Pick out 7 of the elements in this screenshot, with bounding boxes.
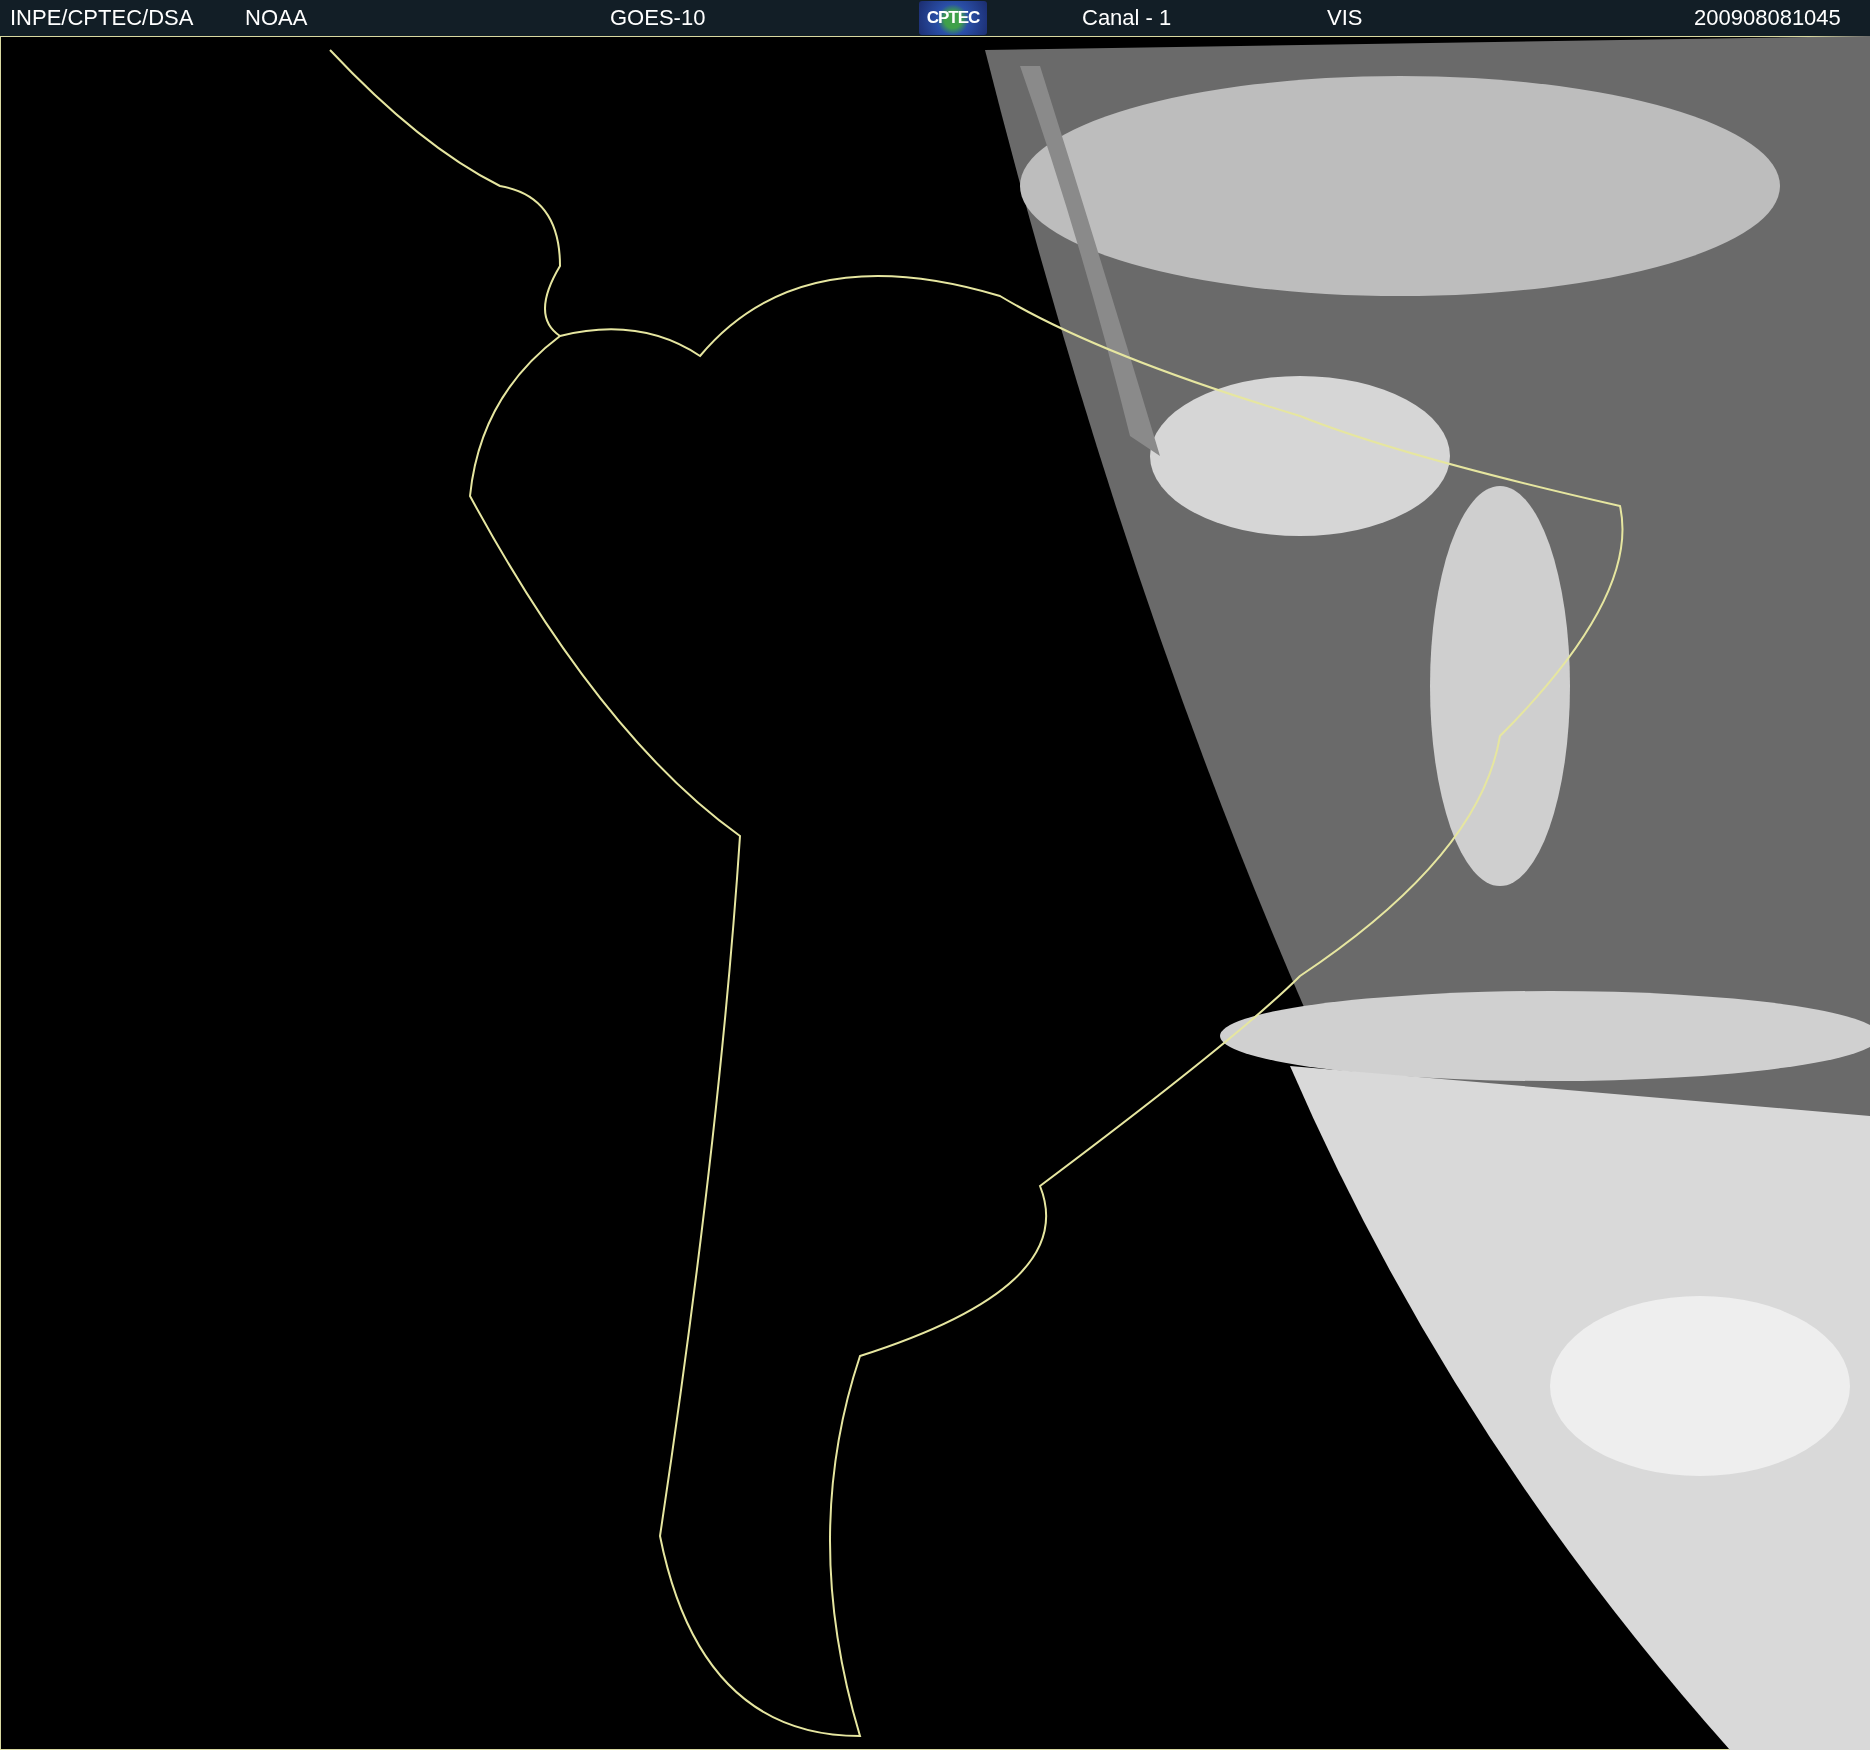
logo: CPTEC xyxy=(919,1,987,35)
header-label: 200908081045 xyxy=(1694,5,1842,31)
header-label: NOAA xyxy=(245,5,309,31)
header-label: GOES-10 xyxy=(610,5,707,31)
header-label: INPE/CPTEC/DSA xyxy=(10,5,195,31)
header-label: VIS xyxy=(1327,5,1364,31)
header-label: Canal - 1 xyxy=(1082,5,1173,31)
